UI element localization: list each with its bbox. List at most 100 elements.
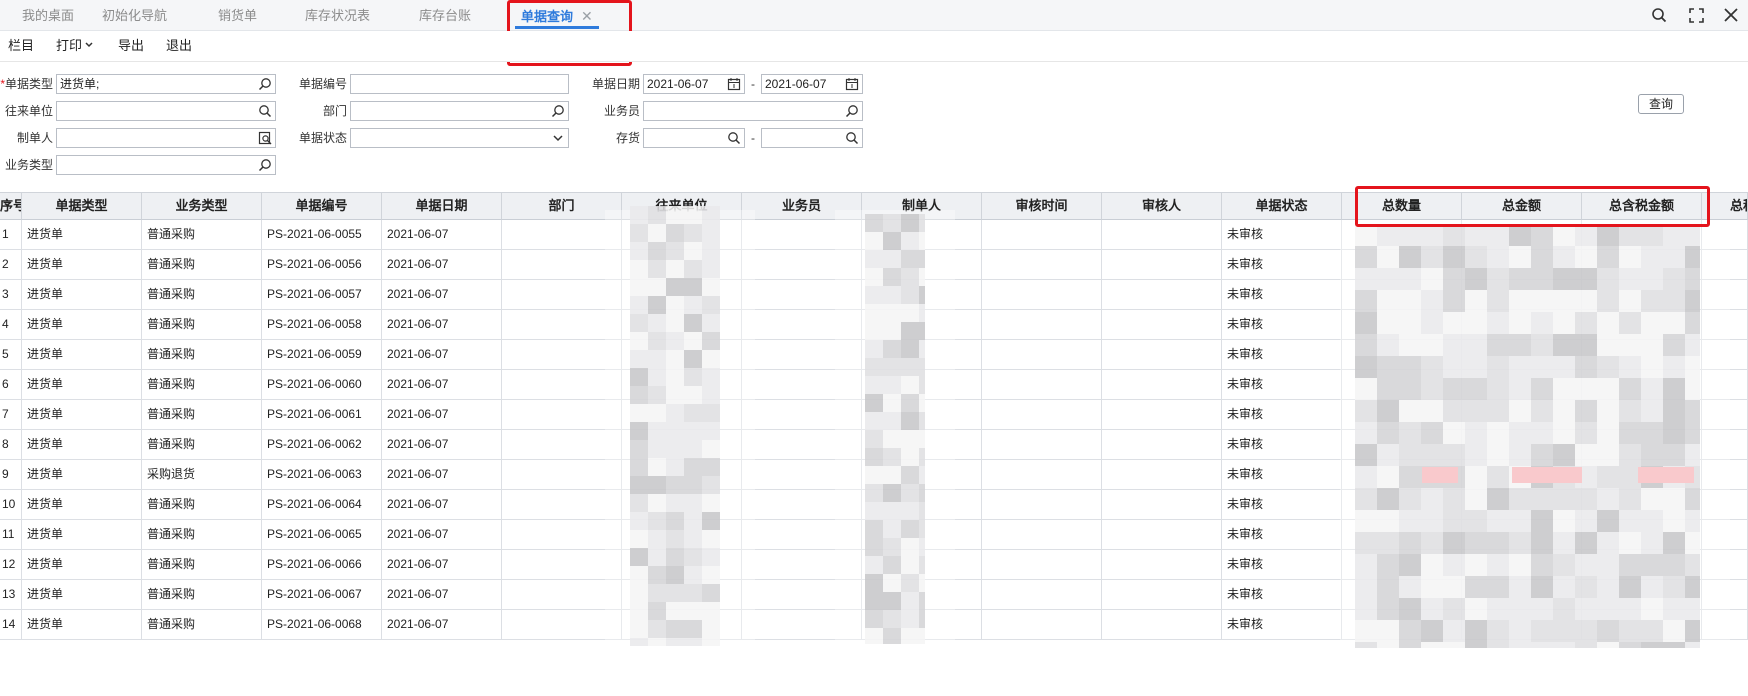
table-cell[interactable]: 采购退货: [142, 460, 262, 490]
partner-field[interactable]: [56, 101, 276, 121]
table-cell[interactable]: [622, 400, 742, 430]
table-cell[interactable]: [1342, 250, 1462, 280]
doc-type-field[interactable]: 进货单;: [56, 74, 276, 94]
query-button[interactable]: 查询: [1638, 94, 1684, 114]
table-cell[interactable]: [1102, 460, 1222, 490]
table-cell[interactable]: [1462, 250, 1582, 280]
table-cell[interactable]: 进货单: [22, 310, 142, 340]
table-cell[interactable]: [1102, 490, 1222, 520]
header-col-total-tax[interactable]: 总税: [1702, 192, 1748, 220]
table-cell[interactable]: [1342, 580, 1462, 610]
table-cell[interactable]: [1702, 400, 1748, 430]
lookup-icon[interactable]: [258, 158, 272, 172]
table-cell[interactable]: PS-2021-06-0056: [262, 250, 382, 280]
header-col-no[interactable]: 序号: [0, 192, 22, 220]
table-cell[interactable]: 进货单: [22, 370, 142, 400]
table-cell[interactable]: [502, 490, 622, 520]
table-cell[interactable]: [502, 370, 622, 400]
row-number[interactable]: 12: [0, 550, 22, 580]
header-col-auditor[interactable]: 审核人: [1102, 192, 1222, 220]
table-cell[interactable]: [1462, 610, 1582, 640]
table-cell[interactable]: [862, 310, 982, 340]
table-cell[interactable]: 普通采购: [142, 580, 262, 610]
table-cell[interactable]: [862, 490, 982, 520]
table-cell[interactable]: 普通采购: [142, 610, 262, 640]
table-cell[interactable]: 进货单: [22, 610, 142, 640]
table-cell[interactable]: [502, 520, 622, 550]
row-number[interactable]: 14: [0, 610, 22, 640]
header-col-doc-no[interactable]: 单据编号: [262, 192, 382, 220]
table-cell[interactable]: [1582, 220, 1702, 250]
table-cell[interactable]: [1342, 280, 1462, 310]
table-cell[interactable]: [622, 490, 742, 520]
table-cell[interactable]: 普通采购: [142, 430, 262, 460]
table-cell[interactable]: [622, 310, 742, 340]
row-number[interactable]: 11: [0, 520, 22, 550]
table-cell[interactable]: [1462, 340, 1582, 370]
table-cell[interactable]: [622, 430, 742, 460]
row-number[interactable]: 3: [0, 280, 22, 310]
table-cell[interactable]: [1342, 310, 1462, 340]
table-cell[interactable]: [1342, 340, 1462, 370]
table-cell[interactable]: [1462, 280, 1582, 310]
table-cell[interactable]: [742, 220, 862, 250]
table-cell[interactable]: [1102, 280, 1222, 310]
table-cell[interactable]: 普通采购: [142, 370, 262, 400]
table-cell[interactable]: [862, 220, 982, 250]
table-cell[interactable]: [1582, 370, 1702, 400]
table-cell[interactable]: [1462, 400, 1582, 430]
table-cell[interactable]: [982, 430, 1102, 460]
table-cell[interactable]: 进货单: [22, 280, 142, 310]
table-cell[interactable]: 2021-06-07: [382, 580, 502, 610]
table-cell[interactable]: 未审核: [1222, 490, 1342, 520]
table-cell[interactable]: 进货单: [22, 430, 142, 460]
table-cell[interactable]: PS-2021-06-0066: [262, 550, 382, 580]
table-cell[interactable]: 2021-06-07: [382, 370, 502, 400]
table-cell[interactable]: [742, 280, 862, 310]
table-cell[interactable]: 未审核: [1222, 580, 1342, 610]
table-cell[interactable]: [1582, 580, 1702, 610]
table-cell[interactable]: [982, 610, 1102, 640]
table-cell[interactable]: [622, 280, 742, 310]
table-cell[interactable]: [622, 580, 742, 610]
table-cell[interactable]: [982, 520, 1102, 550]
table-cell[interactable]: [862, 550, 982, 580]
table-cell[interactable]: PS-2021-06-0068: [262, 610, 382, 640]
table-cell[interactable]: [502, 310, 622, 340]
table-cell[interactable]: 未审核: [1222, 280, 1342, 310]
table-cell[interactable]: [1342, 520, 1462, 550]
table-cell[interactable]: [1702, 610, 1748, 640]
table-cell[interactable]: [982, 250, 1102, 280]
table-cell[interactable]: [1582, 460, 1702, 490]
table-cell[interactable]: 2021-06-07: [382, 220, 502, 250]
row-number[interactable]: 1: [0, 220, 22, 250]
table-cell[interactable]: [1582, 610, 1702, 640]
table-cell[interactable]: 未审核: [1222, 460, 1342, 490]
header-col-total-qty[interactable]: 总数量: [1342, 192, 1462, 220]
header-col-status[interactable]: 单据状态: [1222, 192, 1342, 220]
tab-doc-query[interactable]: 单据查询 ✕: [515, 0, 599, 30]
table-cell[interactable]: 进货单: [22, 460, 142, 490]
table-cell[interactable]: 进货单: [22, 220, 142, 250]
print-button[interactable]: 打印: [56, 31, 94, 61]
table-cell[interactable]: 普通采购: [142, 310, 262, 340]
table-cell[interactable]: [1702, 460, 1748, 490]
table-cell[interactable]: [1702, 370, 1748, 400]
table-cell[interactable]: 未审核: [1222, 610, 1342, 640]
table-cell[interactable]: [862, 520, 982, 550]
table-cell[interactable]: [862, 340, 982, 370]
table-cell[interactable]: [742, 550, 862, 580]
table-cell[interactable]: 普通采购: [142, 400, 262, 430]
table-cell[interactable]: [502, 550, 622, 580]
table-cell[interactable]: [1582, 550, 1702, 580]
table-cell[interactable]: [1702, 520, 1748, 550]
table-cell[interactable]: 进货单: [22, 580, 142, 610]
maximize-icon[interactable]: [1685, 4, 1707, 26]
table-cell[interactable]: [1702, 550, 1748, 580]
table-cell[interactable]: PS-2021-06-0065: [262, 520, 382, 550]
table-cell[interactable]: 未审核: [1222, 340, 1342, 370]
table-cell[interactable]: [1462, 220, 1582, 250]
tab-inventory-ledger[interactable]: 库存台账: [419, 0, 471, 30]
row-number[interactable]: 2: [0, 250, 22, 280]
table-cell[interactable]: [502, 610, 622, 640]
